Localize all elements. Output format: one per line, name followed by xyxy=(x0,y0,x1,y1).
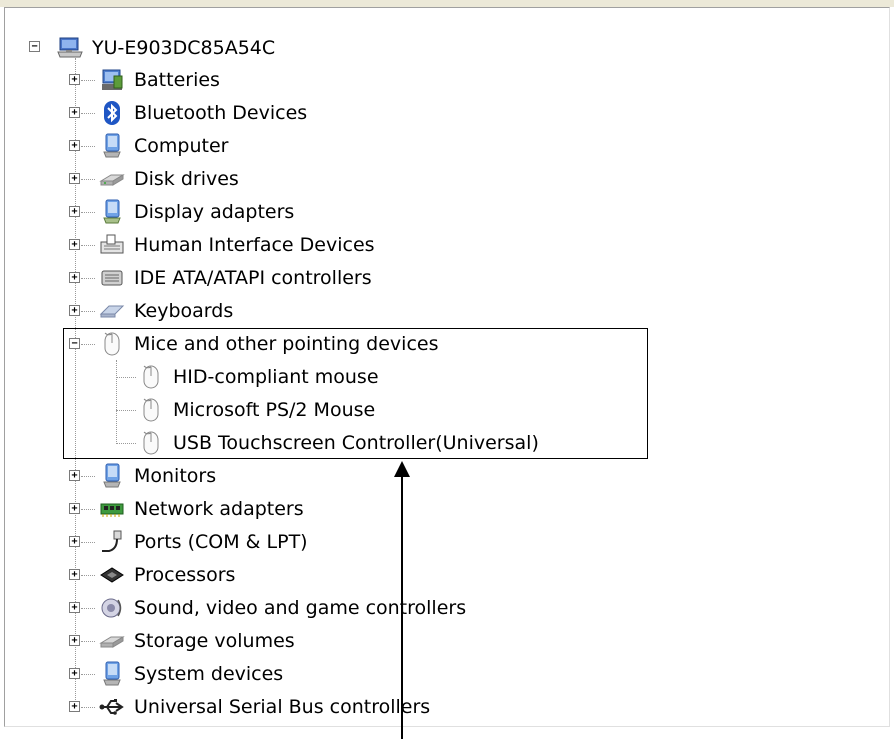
tree-item-label: Human Interface Devices xyxy=(134,233,375,256)
tree-item-label: Ports (COM & LPT) xyxy=(134,530,308,553)
expand-toggle-processors[interactable]: + xyxy=(69,569,80,580)
tree-item-sound-video-game[interactable]: Sound, video and game controllers xyxy=(99,591,466,624)
hid-icon xyxy=(99,232,125,258)
tree-connector xyxy=(81,146,95,147)
tree-connector xyxy=(81,113,95,114)
tree-connector xyxy=(81,311,95,312)
root-collapse-toggle[interactable]: − xyxy=(29,41,40,52)
expand-toggle-usb[interactable]: + xyxy=(69,701,80,712)
expand-toggle-network[interactable]: + xyxy=(69,503,80,514)
expand-toggle-batteries[interactable]: + xyxy=(69,74,80,85)
tree-connector xyxy=(81,641,95,642)
expand-toggle-hid[interactable]: + xyxy=(69,239,80,250)
tree-connector xyxy=(81,278,95,279)
tree-item-storage-volumes[interactable]: Storage volumes xyxy=(99,624,295,657)
tree-connector xyxy=(81,509,95,510)
computer-icon xyxy=(57,35,83,61)
expand-toggle-keyboards[interactable]: + xyxy=(69,305,80,316)
tree-item-label: Keyboards xyxy=(134,299,234,322)
tree-item-keyboards[interactable]: Keyboards xyxy=(99,294,233,327)
expand-toggle-display-adapters[interactable]: + xyxy=(69,206,80,217)
tree-item-label: Display adapters xyxy=(134,200,295,223)
tree-item-bluetooth-devices[interactable]: Bluetooth Devices xyxy=(99,96,307,129)
tree-connector xyxy=(81,608,95,609)
expand-toggle-system[interactable]: + xyxy=(69,668,80,679)
annotation-arrow-head xyxy=(394,461,410,477)
tree-root[interactable]: YU-E903DC85A54C xyxy=(57,31,275,64)
annotation-arrow-line xyxy=(401,469,403,739)
tree-item-system-devices[interactable]: System devices xyxy=(99,657,283,690)
expand-toggle-computer[interactable]: + xyxy=(69,140,80,151)
sound-icon xyxy=(99,595,125,621)
system-device-icon xyxy=(99,661,125,687)
root-label: YU-E903DC85A54C xyxy=(92,36,276,59)
tree-item-usb-controllers[interactable]: Universal Serial Bus controllers xyxy=(99,690,430,723)
network-adapter-icon xyxy=(99,496,125,522)
tree-connector xyxy=(81,179,95,180)
tree-connector xyxy=(81,575,95,576)
tree-item-label: Sound, video and game controllers xyxy=(134,596,467,619)
tree-item-label: Network adapters xyxy=(134,497,304,520)
expand-toggle-bluetooth[interactable]: + xyxy=(69,107,80,118)
tree-item-display-adapters[interactable]: Display adapters xyxy=(99,195,294,228)
device-tree: − YU-E903DC85A54C + Batteries + Bluetoot… xyxy=(0,0,894,739)
tree-item-human-interface-devices[interactable]: Human Interface Devices xyxy=(99,228,375,261)
tree-connector xyxy=(81,212,95,213)
disk-drive-icon xyxy=(99,166,125,192)
tree-item-label: IDE ATA/ATAPI controllers xyxy=(134,266,372,289)
tree-item-label: Bluetooth Devices xyxy=(134,101,308,124)
tree-connector xyxy=(81,674,95,675)
bluetooth-icon xyxy=(99,100,125,126)
tree-item-label: Computer xyxy=(134,134,229,157)
expand-toggle-disk-drives[interactable]: + xyxy=(69,173,80,184)
tree-item-processors[interactable]: Processors xyxy=(99,558,235,591)
tree-item-label: Processors xyxy=(134,563,236,586)
display-adapter-icon xyxy=(99,199,125,225)
expand-toggle-ide[interactable]: + xyxy=(69,272,80,283)
storage-volume-icon xyxy=(99,628,125,654)
tree-item-label: Universal Serial Bus controllers xyxy=(134,695,431,718)
expand-toggle-sound[interactable]: + xyxy=(69,602,80,613)
tree-item-label: Disk drives xyxy=(134,167,239,190)
computer-device-icon xyxy=(99,133,125,159)
expand-toggle-ports[interactable]: + xyxy=(69,536,80,547)
tree-item-network-adapters[interactable]: Network adapters xyxy=(99,492,304,525)
tree-item-ports[interactable]: Ports (COM & LPT) xyxy=(99,525,308,558)
battery-icon xyxy=(99,67,125,93)
expand-toggle-storage[interactable]: + xyxy=(69,635,80,646)
tree-connector xyxy=(81,707,95,708)
tree-connector xyxy=(81,80,95,81)
highlight-box xyxy=(63,328,648,459)
tree-connector xyxy=(81,542,95,543)
tree-item-label: Storage volumes xyxy=(134,629,295,652)
tree-item-label: Monitors xyxy=(134,464,217,487)
keyboard-icon xyxy=(99,298,125,324)
ide-controller-icon xyxy=(99,265,125,291)
processor-icon xyxy=(99,562,125,588)
tree-item-ide-controllers[interactable]: IDE ATA/ATAPI controllers xyxy=(99,261,372,294)
tree-item-label: System devices xyxy=(134,662,284,685)
tree-item-computer[interactable]: Computer xyxy=(99,129,228,162)
tree-item-batteries[interactable]: Batteries xyxy=(99,63,220,96)
tree-item-monitors[interactable]: Monitors xyxy=(99,459,216,492)
monitor-icon xyxy=(99,463,125,489)
port-icon xyxy=(99,529,125,555)
tree-item-disk-drives[interactable]: Disk drives xyxy=(99,162,239,195)
usb-icon xyxy=(99,694,125,720)
tree-item-label: Batteries xyxy=(134,68,220,91)
expand-toggle-monitors[interactable]: + xyxy=(69,470,80,481)
tree-connector xyxy=(81,245,95,246)
tree-connector xyxy=(81,476,95,477)
